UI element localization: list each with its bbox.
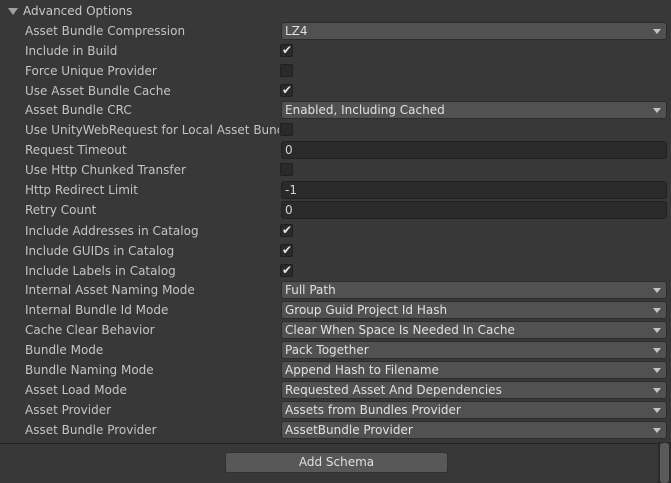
dropdown-arrow-icon [653,288,661,293]
add-schema-button[interactable]: Add Schema [225,452,448,473]
row-asset-provider: Asset Provider Assets from Bundles Provi… [0,400,671,420]
retry-count-label: Retry Count [25,203,97,217]
advanced-options-foldout[interactable]: Advanced Options [8,2,132,20]
cache-clear-behavior-dropdown[interactable]: Clear When Space Is Needed In Cache [281,321,667,339]
force-unique-provider-checkbox[interactable] [280,64,293,77]
row-force-unique-provider: Force Unique Provider [0,61,671,81]
row-include-guids-in-catalog: Include GUIDs in Catalog ✔ [0,241,671,261]
include-guids-in-catalog-label: Include GUIDs in Catalog [25,244,175,258]
include-labels-in-catalog-label: Include Labels in Catalog [25,264,176,278]
internal-bundle-id-mode-dropdown[interactable]: Group Guid Project Id Hash [281,301,667,319]
retry-count-input[interactable]: 0 [281,201,667,219]
asset-provider-dropdown[interactable]: Assets from Bundles Provider [281,401,667,419]
row-asset-load-mode: Asset Load Mode Requested Asset And Depe… [0,380,671,400]
request-timeout-value: 0 [285,143,293,157]
row-bundle-mode: Bundle Mode Pack Together [0,340,671,360]
checkmark-icon: ✔ [282,263,293,277]
asset-bundle-crc-label: Asset Bundle CRC [25,103,132,117]
asset-load-mode-value: Requested Asset And Dependencies [285,383,502,397]
bundle-mode-label: Bundle Mode [25,343,104,357]
internal-bundle-id-mode-label: Internal Bundle Id Mode [25,303,169,317]
row-internal-asset-naming-mode: Internal Asset Naming Mode Full Path [0,280,671,300]
foldout-arrow-icon[interactable] [8,8,18,15]
bundle-naming-mode-dropdown[interactable]: Append Hash to Filename [281,361,667,379]
dropdown-arrow-icon [653,328,661,333]
dropdown-arrow-icon [653,408,661,413]
include-in-build-checkbox[interactable]: ✔ [280,43,293,57]
asset-bundle-crc-dropdown[interactable]: Enabled, Including Cached [281,101,667,119]
asset-bundle-compression-dropdown[interactable]: LZ4 [281,22,667,40]
row-cache-clear-behavior: Cache Clear Behavior Clear When Space Is… [0,320,671,340]
row-asset-bundle-compression: Asset Bundle Compression LZ4 [0,21,671,41]
use-unitywebrequest-local-label: Use UnityWebRequest for Local Asset Bund… [25,123,279,137]
checkmark-icon: ✔ [282,83,293,97]
dropdown-arrow-icon [653,29,661,34]
dropdown-arrow-icon [653,388,661,393]
dropdown-arrow-icon [653,308,661,313]
bundle-mode-value: Pack Together [285,343,369,357]
include-addresses-in-catalog-label: Include Addresses in Catalog [25,224,199,238]
use-asset-bundle-cache-label: Use Asset Bundle Cache [25,84,171,98]
vertical-scrollbar[interactable] [658,442,671,483]
use-http-chunked-transfer-checkbox[interactable] [280,163,293,176]
asset-bundle-compression-value: LZ4 [285,24,308,38]
row-internal-bundle-id-mode: Internal Bundle Id Mode Group Guid Proje… [0,300,671,320]
row-http-redirect-limit: Http Redirect Limit -1 [0,180,671,200]
row-asset-bundle-provider: Asset Bundle Provider AssetBundle Provid… [0,420,671,440]
scrollbar-thumb[interactable] [660,443,669,483]
row-include-addresses-in-catalog: Include Addresses in Catalog ✔ [0,221,671,241]
row-request-timeout: Request Timeout 0 [0,140,671,160]
include-guids-in-catalog-checkbox[interactable]: ✔ [280,243,293,257]
row-use-http-chunked-transfer: Use Http Chunked Transfer [0,160,671,180]
request-timeout-label: Request Timeout [25,143,127,157]
asset-bundle-crc-value: Enabled, Including Cached [285,103,445,117]
bundle-naming-mode-label: Bundle Naming Mode [25,363,154,377]
include-labels-in-catalog-checkbox[interactable]: ✔ [280,263,293,277]
checkmark-icon: ✔ [282,223,293,237]
http-redirect-limit-label: Http Redirect Limit [25,183,138,197]
checkmark-icon: ✔ [282,43,293,57]
cache-clear-behavior-value: Clear When Space Is Needed In Cache [285,323,515,337]
row-include-in-build: Include in Build ✔ [0,41,671,61]
retry-count-value: 0 [285,203,293,217]
checkmark-icon: ✔ [282,243,293,257]
internal-bundle-id-mode-value: Group Guid Project Id Hash [285,303,448,317]
request-timeout-input[interactable]: 0 [281,141,667,159]
row-use-asset-bundle-cache: Use Asset Bundle Cache ✔ [0,81,671,101]
include-addresses-in-catalog-checkbox[interactable]: ✔ [280,223,293,237]
cache-clear-behavior-label: Cache Clear Behavior [25,323,155,337]
force-unique-provider-label: Force Unique Provider [25,64,157,78]
dropdown-arrow-icon [653,108,661,113]
asset-bundle-compression-label: Asset Bundle Compression [25,24,186,38]
asset-load-mode-dropdown[interactable]: Requested Asset And Dependencies [281,381,667,399]
bundle-mode-dropdown[interactable]: Pack Together [281,341,667,359]
http-redirect-limit-input[interactable]: -1 [281,181,667,199]
bundle-naming-mode-value: Append Hash to Filename [285,363,439,377]
dropdown-arrow-icon [653,368,661,373]
internal-asset-naming-mode-dropdown[interactable]: Full Path [281,281,667,299]
row-bundle-naming-mode: Bundle Naming Mode Append Hash to Filena… [0,360,671,380]
internal-asset-naming-mode-value: Full Path [285,283,336,297]
asset-provider-label: Asset Provider [25,403,112,417]
row-use-unitywebrequest-local: Use UnityWebRequest for Local Asset Bund… [0,120,671,140]
dropdown-arrow-icon [653,428,661,433]
section-title: Advanced Options [23,4,133,18]
footer-divider [0,443,671,444]
advanced-options-panel: Advanced Options Asset Bundle Compressio… [0,0,671,483]
http-redirect-limit-value: -1 [285,183,297,197]
dropdown-arrow-icon [653,348,661,353]
use-asset-bundle-cache-checkbox[interactable]: ✔ [280,83,293,97]
include-in-build-label: Include in Build [25,44,118,58]
use-unitywebrequest-local-checkbox[interactable] [280,123,293,136]
row-asset-bundle-crc: Asset Bundle CRC Enabled, Including Cach… [0,100,671,120]
asset-bundle-provider-dropdown[interactable]: AssetBundle Provider [281,421,667,439]
asset-bundle-provider-label: Asset Bundle Provider [25,423,157,437]
asset-provider-value: Assets from Bundles Provider [285,403,461,417]
internal-asset-naming-mode-label: Internal Asset Naming Mode [25,283,195,297]
use-http-chunked-transfer-label: Use Http Chunked Transfer [25,163,186,177]
asset-bundle-provider-value: AssetBundle Provider [285,423,413,437]
row-include-labels-in-catalog: Include Labels in Catalog ✔ [0,261,671,281]
asset-load-mode-label: Asset Load Mode [25,383,127,397]
row-retry-count: Retry Count 0 [0,200,671,220]
